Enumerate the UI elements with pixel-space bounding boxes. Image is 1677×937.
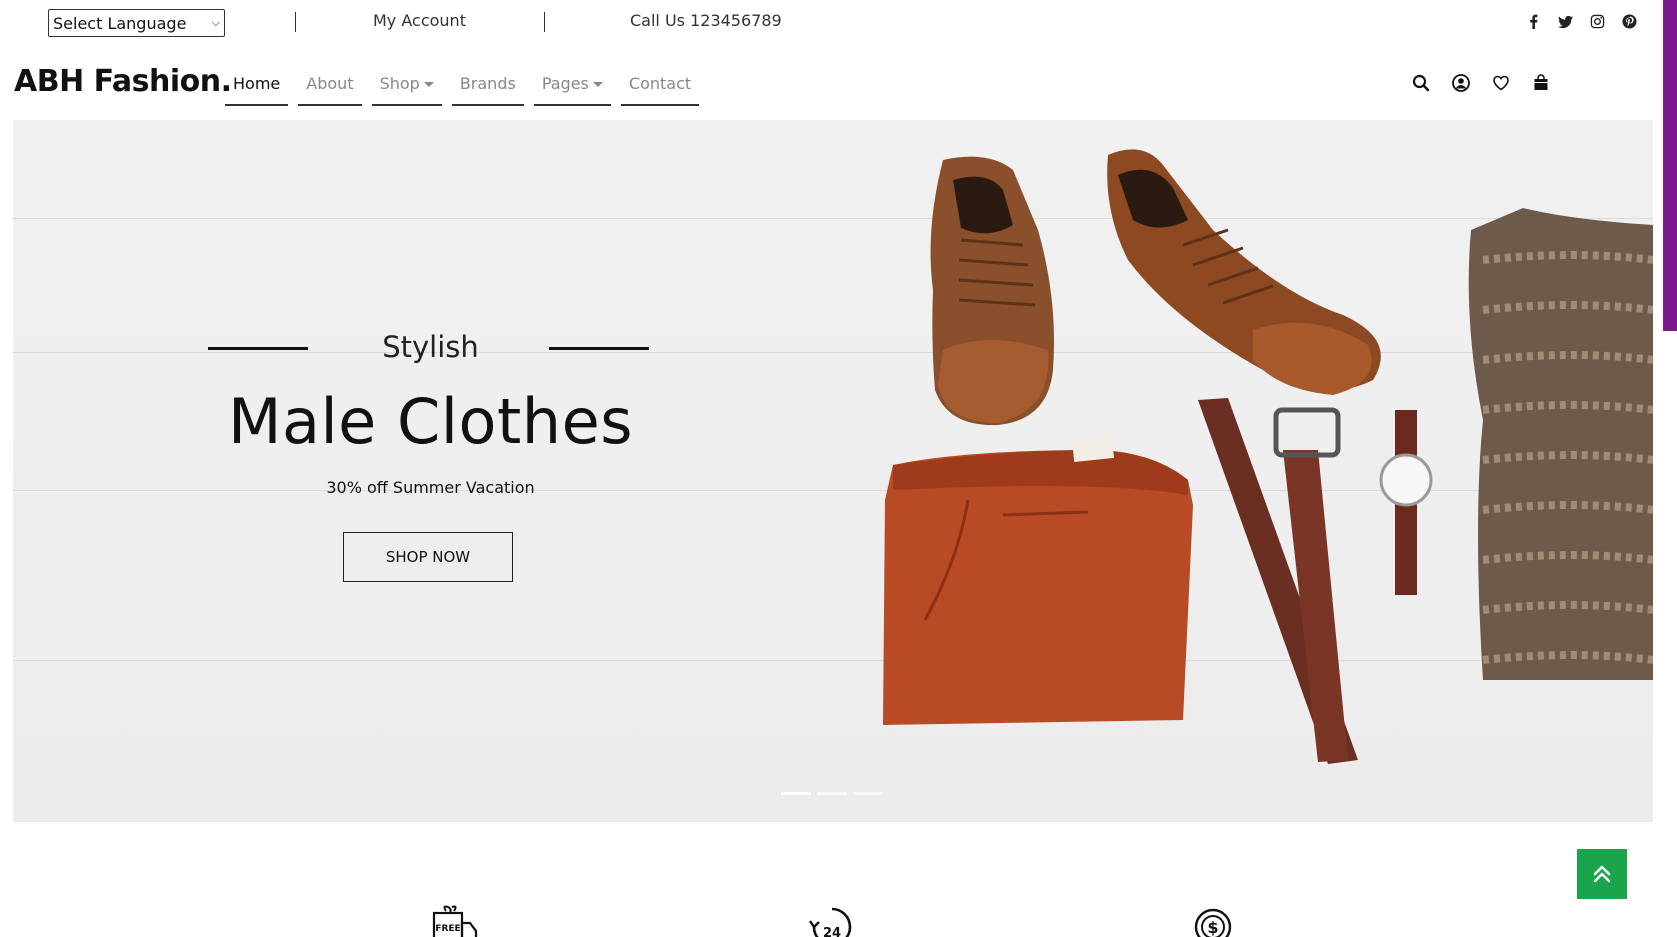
- nav-label: About: [306, 74, 354, 93]
- user-icon[interactable]: [1452, 74, 1470, 96]
- shop-now-button[interactable]: SHOP NOW: [343, 532, 513, 582]
- hero-subline: 30% off Summer Vacation: [326, 478, 535, 497]
- nav-home[interactable]: Home: [225, 70, 289, 106]
- twitter-icon[interactable]: [1557, 13, 1573, 29]
- nav-about[interactable]: About: [298, 70, 362, 106]
- call-us-text: Call Us 123456789: [630, 11, 782, 30]
- language-select-value: Select Language: [53, 13, 187, 33]
- nav-label: Contact: [628, 74, 692, 93]
- instagram-icon[interactable]: [1589, 13, 1605, 29]
- boot-right: [1107, 149, 1381, 395]
- svg-text:$: $: [1207, 918, 1218, 937]
- search-icon[interactable]: [1412, 74, 1430, 96]
- belt: [1198, 398, 1358, 764]
- slider-dots: [781, 792, 883, 795]
- slider-dot[interactable]: [853, 792, 883, 795]
- hero-slider: Stylish Male Clothes 30% off Summer Vaca…: [13, 120, 1653, 822]
- bag-icon[interactable]: [1532, 74, 1550, 96]
- accent-bar: [1663, 0, 1677, 331]
- pinterest-icon[interactable]: [1621, 13, 1637, 29]
- slider-dot[interactable]: [781, 792, 811, 795]
- nav-brands[interactable]: Brands: [451, 70, 524, 106]
- watch: [1379, 410, 1433, 595]
- free-badge-text: FREE: [435, 924, 460, 934]
- hero-product-image: [883, 149, 1653, 764]
- hero-eyebrow: Stylish: [382, 330, 479, 364]
- pants: [883, 435, 1193, 725]
- nav-pages[interactable]: Pages: [533, 70, 611, 106]
- boot-left: [930, 156, 1054, 426]
- sweater: [1468, 208, 1653, 680]
- free-delivery-icon: FREE: [424, 905, 484, 937]
- caret-down-icon: [592, 82, 603, 87]
- brand-logo[interactable]: ABH Fashion.: [14, 64, 232, 99]
- nav-contact[interactable]: Contact: [620, 70, 700, 106]
- nav-label: Shop: [379, 74, 420, 93]
- chevron-down-icon: ⌵: [211, 16, 220, 29]
- main-nav: Home About Shop Brands Pages Contact: [225, 70, 700, 106]
- caret-down-icon: [423, 82, 434, 87]
- hero-headline: Male Clothes: [227, 385, 634, 458]
- slider-dot[interactable]: [817, 792, 847, 795]
- nav-label: Brands: [459, 74, 516, 93]
- my-account-link[interactable]: My Account: [373, 11, 466, 30]
- header-icons: [1412, 74, 1550, 96]
- nav-label: Home: [233, 74, 281, 93]
- heart-icon[interactable]: [1492, 74, 1510, 96]
- social-links: [1525, 13, 1637, 29]
- 24-hour-support-icon: 24: [802, 905, 862, 937]
- topbar: Select Language ⌵ My Account Call Us 123…: [0, 0, 1677, 44]
- nav-label: Pages: [541, 74, 589, 93]
- facebook-icon[interactable]: [1525, 13, 1541, 29]
- double-chevron-up-icon: [1593, 865, 1611, 883]
- support-badge-text: 24: [823, 926, 841, 937]
- back-to-top-button[interactable]: [1577, 849, 1627, 899]
- language-select[interactable]: Select Language ⌵: [48, 9, 225, 37]
- divider: [295, 12, 296, 32]
- divider: [544, 12, 545, 32]
- nav-shop[interactable]: Shop: [371, 70, 442, 106]
- money-back-icon: $: [1183, 905, 1243, 937]
